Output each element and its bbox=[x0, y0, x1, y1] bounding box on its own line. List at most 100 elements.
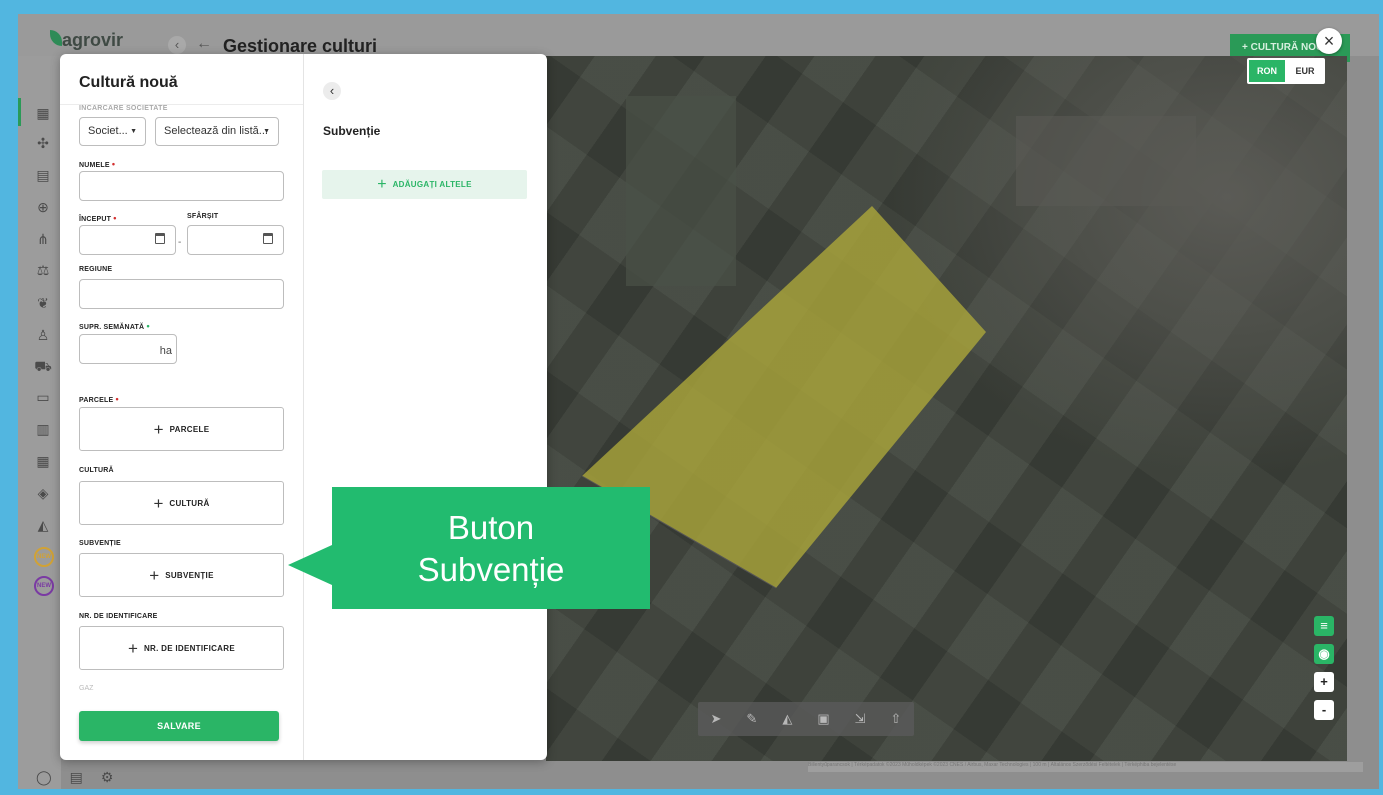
company-select-value: Societ... bbox=[88, 125, 128, 137]
import-icon[interactable]: ⇲ bbox=[855, 711, 866, 727]
company-section-label: ÎNCĂRCARE SOCIETATE bbox=[79, 105, 168, 111]
subsidy-callout: Buton Subvenție bbox=[332, 487, 650, 609]
callout-text: Buton Subvenție bbox=[417, 509, 565, 588]
calendar-icon[interactable] bbox=[155, 233, 165, 244]
currency-eur[interactable]: EUR bbox=[1287, 60, 1323, 82]
app-logo[interactable]: agrovir bbox=[62, 30, 123, 51]
layers-menu-icon[interactable]: ≡ bbox=[1314, 616, 1334, 636]
collapse-icon[interactable]: ‹ bbox=[168, 36, 186, 54]
logo-leaf-icon bbox=[50, 30, 62, 46]
add-other-label: ADĂUGAȚI ALTELE bbox=[392, 180, 472, 189]
new-badge-icon[interactable]: NEW bbox=[34, 547, 54, 567]
list-select-value: Selectează din listă... bbox=[164, 125, 268, 137]
chevron-down-icon: ▼ bbox=[263, 128, 270, 135]
table-icon[interactable]: ▥ bbox=[34, 420, 52, 438]
subsidy-label: SUBVENȚIE bbox=[79, 540, 121, 547]
back-arrow-icon[interactable]: ← bbox=[196, 35, 212, 53]
end-date-field[interactable] bbox=[187, 225, 284, 255]
add-subsidy-label: SUBVENȚIE bbox=[165, 570, 214, 580]
money-icon[interactable]: ⊕ bbox=[34, 198, 52, 216]
company-select[interactable]: Societ... ▼ bbox=[79, 117, 146, 146]
area-unit: ha bbox=[159, 345, 172, 357]
crop-icon[interactable]: ▦ bbox=[34, 104, 52, 122]
map-parcel-shape bbox=[626, 96, 736, 286]
required-mark: • bbox=[146, 321, 150, 331]
add-other-button[interactable]: + ADĂUGAȚI ALTELE bbox=[322, 170, 527, 199]
close-icon[interactable]: × bbox=[1316, 28, 1342, 54]
map-attribution: Billentyűparancsok | Térképadatok ©2023 … bbox=[808, 762, 1363, 772]
calendar-icon[interactable] bbox=[263, 233, 273, 244]
list-select[interactable]: Selectează din listă... ▼ bbox=[155, 117, 279, 146]
chevron-left-icon[interactable]: ‹ bbox=[323, 82, 341, 100]
chevron-down-icon: ▼ bbox=[130, 128, 137, 135]
eraser-icon[interactable]: ◭ bbox=[782, 711, 792, 727]
zoom-in-button[interactable]: + bbox=[1314, 672, 1334, 692]
save-button[interactable]: SALVARE bbox=[79, 711, 279, 741]
add-id-number-label: NR. DE IDENTIFICARE bbox=[143, 643, 235, 653]
satellite-map[interactable] bbox=[546, 56, 1347, 761]
id-card-icon[interactable]: ▭ bbox=[34, 388, 52, 406]
new-crop-modal: Cultură nouă ÎNCĂRCARE SOCIETATE Societ.… bbox=[60, 54, 547, 760]
sidebar-active-indicator bbox=[18, 98, 21, 126]
bottom-toolbar: ◯ ▤ ⚙ bbox=[36, 762, 113, 789]
sown-area-label: SUPR. SEMĂNATĂ • bbox=[79, 321, 150, 331]
tractor-icon[interactable]: ⛟ bbox=[34, 357, 52, 375]
gas-label: GAZ bbox=[79, 685, 94, 692]
add-parcels-button[interactable]: + PARCELE bbox=[79, 407, 284, 451]
region-field[interactable] bbox=[79, 279, 284, 309]
name-label: NUMELE • bbox=[79, 159, 116, 169]
date-range-separator: - bbox=[178, 237, 182, 248]
modal-title: Cultură nouă bbox=[79, 74, 178, 91]
required-mark: • bbox=[111, 159, 116, 169]
add-id-number-button[interactable]: + NR. DE IDENTIFICARE bbox=[79, 626, 284, 670]
settings-gear-icon[interactable]: ⚙ bbox=[101, 769, 114, 786]
export-icon[interactable]: ⇧ bbox=[891, 711, 902, 727]
plus-icon: + bbox=[153, 419, 164, 439]
id-number-label: NR. DE IDENTIFICARE bbox=[79, 613, 158, 620]
callout-pointer bbox=[288, 545, 332, 585]
add-parcels-label: PARCELE bbox=[169, 424, 210, 434]
region-label: REGIUNE bbox=[79, 266, 113, 273]
sidebar: ▦ ✣ ▤ ⊕ ⋔ ⚖ ❦ ♙ ⛟ ▭ ▥ ▦ ◈ ◭ NEW NEW bbox=[18, 56, 61, 789]
select-pointer-icon[interactable]: ➤ bbox=[711, 711, 722, 727]
plant-icon[interactable]: ❦ bbox=[34, 294, 52, 312]
pencil-icon[interactable]: ✎ bbox=[746, 711, 757, 727]
panel-divider bbox=[303, 54, 304, 760]
draw-toolbar: ➤ ✎ ◭ ▣ ⇲ ⇧ bbox=[698, 702, 914, 736]
chat-icon[interactable]: ▤ bbox=[70, 769, 83, 786]
visibility-eye-icon[interactable]: ◉ bbox=[1314, 644, 1334, 664]
plus-icon: + bbox=[128, 638, 138, 658]
parcels-label: PARCELE • bbox=[79, 394, 119, 404]
crop-form: Cultură nouă ÎNCĂRCARE SOCIETATE Societ.… bbox=[60, 54, 303, 760]
sown-area-field[interactable]: ha bbox=[79, 334, 177, 364]
scale-icon[interactable]: ⚖ bbox=[34, 261, 52, 279]
required-mark: • bbox=[113, 213, 117, 223]
start-label: ÎNCEPUT • bbox=[79, 213, 117, 223]
village-area-shape bbox=[1016, 116, 1196, 206]
add-crop-button[interactable]: + CULTURĂ bbox=[79, 481, 284, 525]
currency-toggle: RON EUR bbox=[1247, 58, 1325, 84]
new-badge-icon[interactable]: NEW bbox=[34, 576, 54, 596]
currency-ron[interactable]: RON bbox=[1249, 60, 1285, 82]
copy-icon[interactable]: ▣ bbox=[817, 711, 829, 727]
user-avatar-icon[interactable]: ◯ bbox=[36, 769, 52, 786]
field-icon[interactable]: ◭ bbox=[34, 516, 52, 534]
grid-icon[interactable]: ▦ bbox=[34, 452, 52, 470]
document-icon[interactable]: ▤ bbox=[34, 166, 52, 184]
add-subsidy-button[interactable]: + SUBVENȚIE bbox=[79, 553, 284, 597]
add-crop-label: CULTURĂ bbox=[169, 498, 210, 508]
flow-icon[interactable]: ⋔ bbox=[34, 230, 52, 248]
top-bar: agrovir ‹ ← Gestionare culturi + CULTURĂ… bbox=[18, 14, 1379, 62]
end-label: SFÂRȘIT bbox=[187, 213, 219, 220]
plus-icon: + bbox=[149, 565, 160, 585]
start-date-field[interactable] bbox=[79, 225, 176, 255]
puzzle-icon[interactable]: ✣ bbox=[34, 134, 52, 152]
map-icon[interactable]: ◈ bbox=[34, 484, 52, 502]
required-mark: • bbox=[115, 394, 119, 404]
map-controls: ≡ ◉ + - bbox=[1314, 616, 1334, 720]
crop-label: CULTURĂ bbox=[79, 467, 114, 474]
workers-icon[interactable]: ♙ bbox=[34, 326, 52, 344]
name-field[interactable] bbox=[79, 171, 284, 201]
zoom-out-button[interactable]: - bbox=[1314, 700, 1334, 720]
map-field-layer bbox=[581, 96, 1196, 589]
